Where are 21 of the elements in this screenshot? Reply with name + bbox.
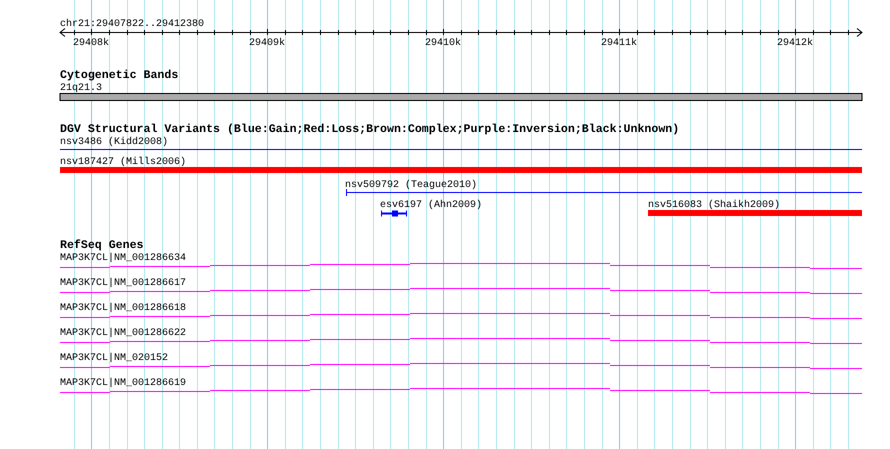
variant-label: nsv3486 (Kidd2008) [60, 137, 168, 148]
ruler-title: chr21:29407822..29412380 [60, 19, 204, 30]
gene-label: MAP3K7CL|NM_001286619 [60, 378, 186, 389]
variant-label: nsv509792 (Teague2010) [345, 180, 478, 191]
variant-label: esv6197 (Ahn2009) [380, 200, 482, 211]
ruler-tick-label: 29409k [249, 38, 285, 49]
ruler-tick-label: 29408k [73, 38, 109, 49]
gene-label: MAP3K7CL|NM_001286617 [60, 278, 186, 289]
ruler-tick-label: 29412k [777, 38, 813, 49]
variant-label: nsv516083 (Shaikh2009) [648, 200, 780, 211]
track-title: DGV Structural Variants (Blue:Gain;Red:Loss;Brown:Complex;Purple:Inversion;Black:Unknown) [60, 123, 680, 136]
variant-label: nsv187427 (Mills2006) [60, 157, 186, 168]
ruler-tick-label: 29411k [601, 38, 637, 49]
track-title: RefSeq Genes [60, 239, 144, 252]
gene-label: MAP3K7CL|NM_001286622 [60, 328, 186, 339]
gene-label: MAP3K7CL|NM_020152 [60, 353, 168, 364]
ruler-tick-label: 29410k [425, 38, 461, 49]
gene-label: MAP3K7CL|NM_001286618 [60, 303, 186, 314]
band-label: 21q21.3 [60, 83, 102, 94]
gene-label: MAP3K7CL|NM_001286634 [60, 253, 186, 264]
track-title: Cytogenetic Bands [60, 69, 178, 82]
